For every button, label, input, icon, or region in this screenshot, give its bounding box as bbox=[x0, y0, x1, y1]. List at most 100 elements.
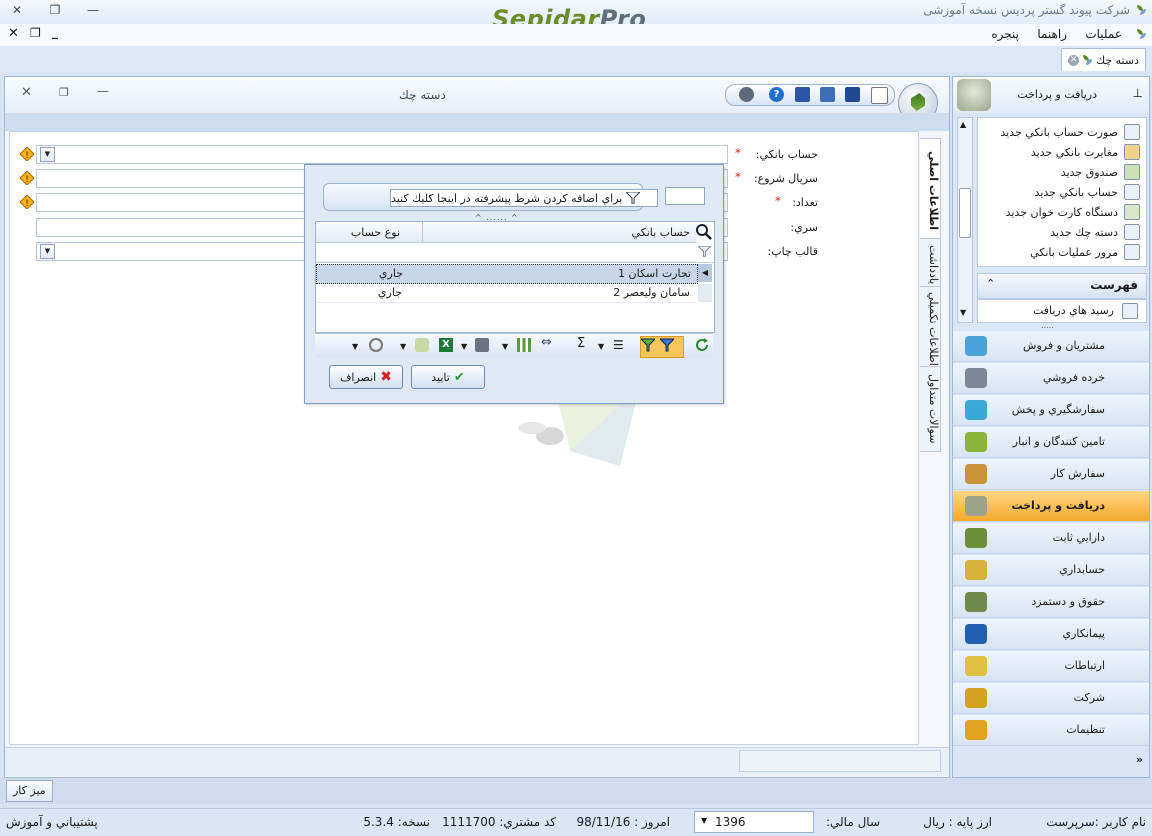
ok-button[interactable]: تاييد ✔ bbox=[411, 365, 485, 389]
nav-item-communications[interactable]: ارتباطات bbox=[953, 651, 1149, 682]
tab-notes[interactable]: يادداشت bbox=[920, 238, 941, 292]
chevron-down-icon[interactable]: ▼ bbox=[400, 342, 414, 356]
tab-extra-info[interactable]: اطلاعات تكميلي bbox=[920, 286, 941, 372]
column-header-type[interactable]: نوع حساب bbox=[351, 226, 400, 239]
filter-icon[interactable] bbox=[660, 338, 674, 352]
sidebar-item-cash-box[interactable]: صندوق جديد bbox=[1061, 162, 1140, 182]
window-minimize-icon[interactable]: — bbox=[97, 84, 109, 98]
document-tab-strip: دسته چك ✕ bbox=[0, 46, 1152, 72]
help-icon[interactable]: ? bbox=[769, 87, 784, 102]
table-row[interactable]: سامان وليعصر 2 جاري bbox=[316, 284, 696, 303]
chevron-down-icon[interactable]: ▼ bbox=[352, 342, 366, 356]
pin-icon[interactable]: ⊥ bbox=[1133, 86, 1143, 100]
mdi-restore-icon[interactable]: ❐ bbox=[30, 26, 41, 40]
nav-item-retail[interactable]: خرده فروشي bbox=[953, 363, 1149, 394]
chevron-down-icon[interactable]: ▼ bbox=[502, 342, 516, 356]
chevron-down-icon[interactable]: ▼ bbox=[461, 342, 475, 356]
suppliers-inventory-icon bbox=[965, 432, 987, 452]
search-icon[interactable] bbox=[696, 224, 712, 240]
retail-icon bbox=[965, 368, 987, 388]
filter-value-box[interactable] bbox=[665, 187, 705, 205]
scroll-thumb[interactable] bbox=[959, 188, 971, 238]
desktop-button[interactable]: ميز كار bbox=[6, 780, 53, 802]
splitter-grip[interactable]: ..... bbox=[1041, 321, 1054, 330]
nav-item-suppliers-inventory[interactable]: تامين كنندگان و انبار bbox=[953, 427, 1149, 458]
menu-help[interactable]: راهنما bbox=[1037, 27, 1067, 41]
save-icon[interactable] bbox=[845, 87, 860, 102]
nav-item-label: سفارش كار bbox=[1050, 467, 1105, 480]
status-today: امروز : 98/11/16 bbox=[576, 815, 670, 829]
nav-item-payroll[interactable]: حقوق و دستمزد bbox=[953, 587, 1149, 618]
nav-item-customers-sales[interactable]: مشتريان و فروش bbox=[953, 331, 1149, 362]
nav-item-contracting[interactable]: پيمانكاري bbox=[953, 619, 1149, 650]
filter-row[interactable] bbox=[316, 243, 696, 262]
filter-green-icon[interactable] bbox=[641, 338, 655, 352]
expand-more-icon[interactable]: » bbox=[1136, 753, 1143, 766]
sidebar-item-card-reader[interactable]: دستگاه كارت خوان جديد bbox=[1006, 202, 1140, 222]
menu-operations[interactable]: عملیات bbox=[1085, 27, 1122, 41]
print-icon[interactable] bbox=[475, 338, 489, 352]
nav-item-company[interactable]: شركت bbox=[953, 683, 1149, 714]
chevron-down-icon[interactable]: ▼ bbox=[598, 342, 612, 356]
excel-export-icon[interactable]: X bbox=[439, 338, 453, 352]
columns-icon[interactable] bbox=[517, 338, 531, 352]
sidebar-item-label: رسيد هاي دريافت bbox=[1032, 304, 1114, 317]
chevron-down-icon[interactable]: ▼ bbox=[701, 816, 707, 825]
refresh-icon[interactable] bbox=[695, 338, 709, 352]
fiscal-year-select[interactable]: ▼ 1396 bbox=[694, 811, 814, 833]
sidebar-scrollbar[interactable]: ▲ ▼ bbox=[957, 117, 973, 323]
bank-account-field[interactable]: ▼ bbox=[36, 145, 728, 164]
sidebar-section-header[interactable]: فهرست ⌃ bbox=[977, 273, 1147, 299]
mdi-close-icon[interactable]: ✕ bbox=[8, 26, 19, 41]
nav-item-order-distribution[interactable]: سفارشگيري و پخش bbox=[953, 395, 1149, 426]
warning-icon: ! bbox=[20, 147, 34, 161]
scroll-up-icon[interactable]: ▲ bbox=[960, 120, 966, 129]
email-icon[interactable] bbox=[415, 338, 429, 352]
advanced-filter-button[interactable]: براي اضافه كردن شرط پيشرفته در اينجا كلي… bbox=[390, 189, 658, 207]
cancel-button[interactable]: انصراف ✖ bbox=[329, 365, 403, 389]
new-document-icon[interactable] bbox=[871, 87, 888, 104]
window-close-icon[interactable]: ✕ bbox=[21, 85, 32, 100]
wrench-icon[interactable] bbox=[739, 87, 754, 102]
sum-icon[interactable]: Σ bbox=[577, 336, 591, 351]
collapse-icon[interactable]: ⌃ bbox=[986, 277, 995, 290]
sidebar-item-bank-statement[interactable]: صورت حساب بانكي جديد bbox=[1000, 122, 1140, 142]
sidebar-item-bank-operations[interactable]: مرور عمليات بانكي bbox=[1030, 242, 1140, 262]
svg-text:!: ! bbox=[25, 199, 29, 209]
save-close-icon[interactable] bbox=[795, 87, 810, 102]
nav-item-accounting[interactable]: حسابداري bbox=[953, 555, 1149, 586]
support-link[interactable]: پشتيباني و آموزش bbox=[6, 815, 98, 829]
receipts-list-icon bbox=[1122, 303, 1138, 319]
chevron-down-icon[interactable]: ▼ bbox=[40, 147, 55, 162]
tab-cheque-book[interactable]: دسته چك ✕ bbox=[1061, 48, 1146, 71]
table-row[interactable]: تجارت اسكان 1 جاري bbox=[316, 264, 698, 284]
menu-window[interactable]: پنجره bbox=[991, 27, 1019, 41]
chevron-down-icon[interactable]: ▼ bbox=[40, 244, 55, 259]
customers-sales-icon bbox=[965, 336, 987, 356]
nav-item-settings[interactable]: تنظيمات bbox=[953, 715, 1149, 746]
sidebar-item-cheque-book[interactable]: دسته چك جديد bbox=[1050, 222, 1140, 242]
sidebar-item-receipts[interactable]: رسيد هاي دريافت bbox=[977, 299, 1147, 323]
restore-window-button[interactable]: ❐ bbox=[44, 3, 66, 19]
nav-item-receipt-payment[interactable]: دريافت و پرداخت bbox=[953, 491, 1149, 522]
filter-text: براي اضافه كردن شرط پيشرفته در اينجا كلي… bbox=[391, 191, 623, 205]
card-reader-icon bbox=[1124, 204, 1140, 220]
list-icon[interactable]: ☰ bbox=[613, 338, 627, 352]
tab-close-icon[interactable]: ✕ bbox=[1068, 54, 1080, 66]
nav-item-work-order[interactable]: سفارش كار bbox=[953, 459, 1149, 490]
cancel-label: انصراف bbox=[340, 370, 377, 384]
tab-main-info[interactable]: اطلاعات اصلي bbox=[920, 138, 941, 244]
sidebar-item-bank-reconciliation[interactable]: مغايرت بانكي جديد bbox=[1031, 142, 1140, 162]
nav-item-fixed-assets[interactable]: دارايي ثابت bbox=[953, 523, 1149, 554]
scroll-down-icon[interactable]: ▼ bbox=[960, 308, 966, 317]
resize-columns-icon[interactable]: ⇔ bbox=[541, 335, 555, 350]
record-icon[interactable] bbox=[369, 338, 383, 352]
sidebar-item-bank-account[interactable]: حساب بانكي جديد bbox=[1035, 182, 1140, 202]
tab-faq[interactable]: سوالات متداول bbox=[920, 366, 941, 452]
close-window-button[interactable]: ✕ bbox=[6, 3, 28, 19]
minimize-window-button[interactable]: — bbox=[82, 3, 104, 19]
window-restore-icon[interactable]: ❐ bbox=[59, 86, 69, 99]
mdi-minimize-icon[interactable]: _ bbox=[52, 25, 58, 39]
save-new-icon[interactable] bbox=[820, 87, 835, 102]
column-header-account[interactable]: حساب بانكي bbox=[631, 226, 690, 239]
